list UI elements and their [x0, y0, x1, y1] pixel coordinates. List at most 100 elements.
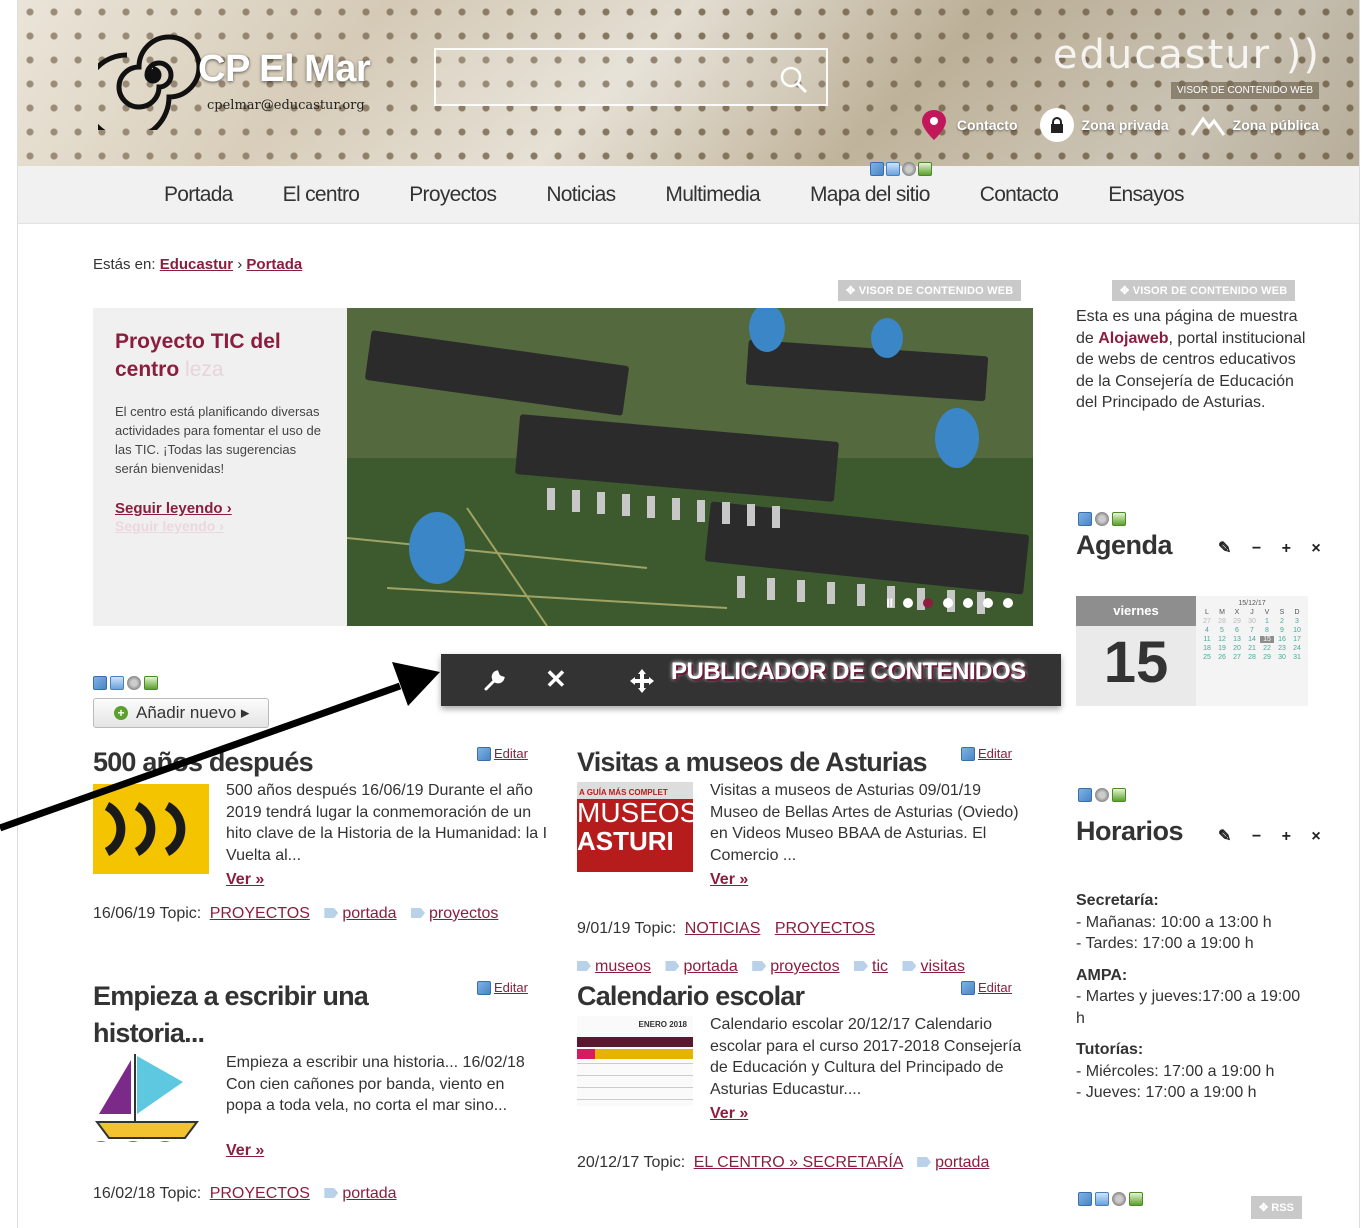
- topic-link[interactable]: PROYECTOS: [210, 905, 310, 922]
- slider-dot-active[interactable]: [923, 598, 933, 608]
- edit-link[interactable]: Editar: [961, 746, 1012, 761]
- read-more-link[interactable]: Ver »: [226, 871, 264, 889]
- edit-link[interactable]: Editar: [477, 746, 528, 761]
- slider-dot[interactable]: [983, 598, 993, 608]
- tag-link[interactable]: portada: [342, 1185, 396, 1202]
- add-page-icon[interactable]: [1129, 1192, 1143, 1206]
- mini-calendar-day[interactable]: 29: [1260, 654, 1274, 661]
- mini-calendar-day[interactable]: 13: [1230, 636, 1244, 643]
- mini-calendar-day[interactable]: 24: [1290, 645, 1304, 652]
- article-title[interactable]: Visitas a museos de Asturias: [577, 744, 1027, 781]
- mini-calendar-day[interactable]: 21: [1245, 645, 1259, 652]
- article-thumbnail[interactable]: [93, 784, 209, 874]
- tag-link[interactable]: proyectos: [429, 905, 498, 922]
- article-thumbnail[interactable]: ENERO 2018: [577, 1016, 693, 1106]
- mini-calendar-day[interactable]: 27: [1230, 654, 1244, 661]
- slider-dot[interactable]: [903, 598, 913, 608]
- tag-link[interactable]: tic: [872, 958, 888, 975]
- slider-dot[interactable]: [943, 598, 953, 608]
- gear-icon[interactable]: [902, 162, 916, 176]
- permissions-icon[interactable]: [886, 162, 900, 176]
- article-thumbnail[interactable]: A GUÍA MÁS COMPLET MUSEOS ASTURI: [577, 782, 693, 872]
- add-page-icon[interactable]: [918, 162, 932, 176]
- read-more-link[interactable]: Ver »: [226, 1142, 264, 1160]
- topic-link[interactable]: PROYECTOS: [210, 1185, 310, 1202]
- nav-item-ensayos[interactable]: Ensayos: [1108, 183, 1184, 207]
- visor-tag-intro[interactable]: ✥ VISOR DE CONTENIDO WEB: [1112, 280, 1296, 301]
- tag-link[interactable]: museos: [595, 958, 651, 975]
- pause-icon[interactable]: II: [886, 596, 893, 610]
- slide-image-circuit[interactable]: II: [347, 308, 1033, 626]
- edit-link[interactable]: Editar: [961, 980, 1012, 995]
- mini-calendar-day[interactable]: 30: [1245, 618, 1259, 625]
- agenda-mini-calendar[interactable]: 15/12/17 L M X J V S D 27 28 29 30 1 2 3 4 5 6 7 8 9 10 11 12 1…: [1196, 596, 1308, 706]
- add-page-icon[interactable]: [144, 676, 158, 690]
- mini-calendar-day[interactable]: 27: [1200, 618, 1214, 625]
- mini-calendar-day[interactable]: 14: [1245, 636, 1259, 643]
- mini-calendar-day[interactable]: 29: [1230, 618, 1244, 625]
- public-zone-link[interactable]: Zona pública: [1190, 114, 1319, 136]
- topic-link[interactable]: PROYECTOS: [775, 920, 875, 937]
- article-title[interactable]: Calendario escolar: [577, 978, 1027, 1015]
- mini-calendar-day[interactable]: 25: [1200, 654, 1214, 661]
- spiral-logo-icon[interactable]: [98, 20, 208, 130]
- nav-item-mapa-del-sitio[interactable]: Mapa del sitio: [810, 183, 930, 207]
- mini-calendar-day[interactable]: 28: [1245, 654, 1259, 661]
- mini-calendar-day[interactable]: 8: [1260, 627, 1274, 634]
- nav-item-contacto[interactable]: Contacto: [980, 183, 1059, 207]
- permissions-icon[interactable]: [1095, 1192, 1109, 1206]
- article-thumbnail[interactable]: [93, 1052, 209, 1142]
- alojaweb-link[interactable]: Alojaweb: [1098, 330, 1168, 347]
- read-more-link[interactable]: Seguir leyendo ›: [115, 500, 232, 517]
- tag-link[interactable]: proyectos: [770, 958, 839, 975]
- mini-calendar-day[interactable]: 20: [1230, 645, 1244, 652]
- gear-icon[interactable]: [1095, 512, 1109, 526]
- slider-dot[interactable]: [963, 598, 973, 608]
- search-input[interactable]: [434, 48, 828, 106]
- add-page-icon[interactable]: [1112, 788, 1126, 802]
- breadcrumb-educastur[interactable]: Educastur: [160, 256, 233, 273]
- nav-item-multimedia[interactable]: Multimedia: [665, 183, 760, 207]
- nav-item-portada[interactable]: Portada: [164, 183, 233, 207]
- wrench-icon[interactable]: [483, 668, 507, 692]
- add-new-button[interactable]: + Añadir nuevo ▸: [93, 698, 269, 728]
- edit-link[interactable]: Editar: [477, 980, 528, 995]
- edit-icon[interactable]: [870, 162, 884, 176]
- nav-item-el-centro[interactable]: El centro: [283, 183, 360, 207]
- horarios-controls[interactable]: ✎ − + ×: [1218, 826, 1329, 846]
- mini-calendar-day[interactable]: 10: [1290, 627, 1304, 634]
- mini-calendar-day[interactable]: 3: [1290, 618, 1304, 625]
- educastur-logo[interactable]: educastur )): [1053, 32, 1321, 78]
- close-icon[interactable]: ✕: [545, 664, 567, 695]
- private-zone-link[interactable]: Zona privada: [1039, 108, 1169, 142]
- gear-icon[interactable]: [1095, 788, 1109, 802]
- mini-calendar-day[interactable]: 1: [1260, 618, 1274, 625]
- edit-icon[interactable]: [1078, 1192, 1092, 1206]
- agenda-controls[interactable]: ✎ − + ×: [1218, 538, 1329, 558]
- mini-calendar-day[interactable]: 26: [1215, 654, 1229, 661]
- mini-calendar-day[interactable]: 23: [1275, 645, 1289, 652]
- mini-calendar-day[interactable]: 6: [1230, 627, 1244, 634]
- add-page-icon[interactable]: [1112, 512, 1126, 526]
- read-more-link[interactable]: Ver »: [710, 1105, 748, 1123]
- mini-calendar-day[interactable]: 16: [1275, 636, 1289, 643]
- tag-link[interactable]: visitas: [920, 958, 964, 975]
- tag-link[interactable]: portada: [683, 958, 737, 975]
- mini-calendar-day[interactable]: 2: [1275, 618, 1289, 625]
- article-title[interactable]: 500 años después: [93, 744, 543, 781]
- mini-calendar-day[interactable]: 19: [1215, 645, 1229, 652]
- edit-icon[interactable]: [1078, 788, 1092, 802]
- mini-calendar-day[interactable]: 17: [1290, 636, 1304, 643]
- breadcrumb-portada[interactable]: Portada: [246, 256, 302, 273]
- slider-dot[interactable]: [1003, 598, 1013, 608]
- mini-calendar-day[interactable]: 7: [1245, 627, 1259, 634]
- mini-calendar-day[interactable]: 12: [1215, 636, 1229, 643]
- site-title[interactable]: CP El Mar: [198, 48, 371, 91]
- mini-calendar-day[interactable]: 31: [1290, 654, 1304, 661]
- search-icon[interactable]: [778, 64, 808, 94]
- tag-link[interactable]: portada: [342, 905, 396, 922]
- tag-link[interactable]: portada: [935, 1154, 989, 1171]
- edit-icon[interactable]: [93, 676, 107, 690]
- mini-calendar-day[interactable]: 18: [1200, 645, 1214, 652]
- read-more-link[interactable]: Ver »: [710, 871, 748, 889]
